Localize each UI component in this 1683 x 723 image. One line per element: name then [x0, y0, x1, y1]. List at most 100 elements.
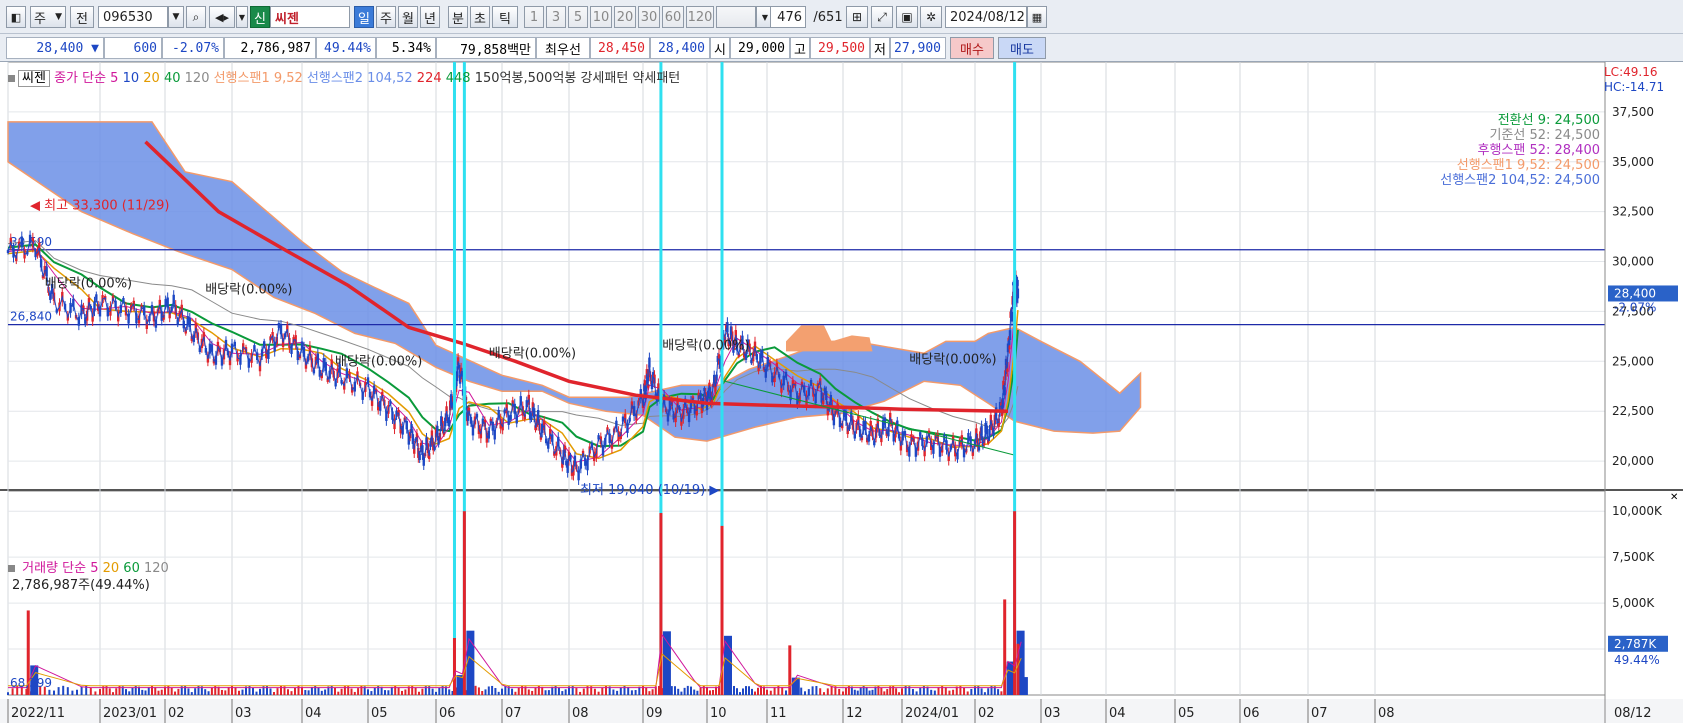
volume-left-value: 68,399: [10, 676, 52, 690]
volume-bar: [807, 689, 810, 695]
volume-bar: [593, 688, 596, 695]
ichimoku-value: 후행스팬 52: 28,400: [1477, 142, 1600, 158]
legend-item[interactable]: 120: [181, 71, 210, 86]
volume-bar: [108, 688, 111, 695]
buy-button[interactable]: 매수: [950, 37, 994, 59]
period-tick-tab[interactable]: 틱: [492, 6, 518, 28]
volume-bar: [154, 687, 157, 695]
volume-bar: [131, 687, 134, 695]
period-week-tab[interactable]: 주: [376, 6, 396, 28]
minute-120-button[interactable]: 120: [686, 6, 714, 28]
dividend-annotation: 배당락(0.00%): [335, 354, 422, 369]
volume-bar: [501, 688, 503, 695]
calendar-icon[interactable]: ▦: [1027, 6, 1047, 28]
volume-bar: [252, 687, 254, 695]
stock-name-field[interactable]: 씨젠: [270, 6, 350, 28]
close-panel-icon[interactable]: ✕: [1670, 492, 1678, 503]
bid-price: 28,400: [650, 37, 710, 59]
volume-bar: [487, 686, 490, 695]
minute-5-button[interactable]: 5: [568, 6, 588, 28]
indicator-icon[interactable]: ⊞: [846, 6, 868, 28]
volume-bar: [859, 687, 862, 695]
period-minute-tab[interactable]: 분: [448, 6, 468, 28]
current-price-label: 28,400: [1614, 286, 1656, 300]
sell-button[interactable]: 매도: [998, 37, 1046, 59]
current-volume-label: 2,787K: [1614, 637, 1657, 651]
volume-bar: [742, 688, 744, 695]
resistance-label: 26,840: [10, 310, 52, 324]
volume-bar: [324, 689, 327, 695]
x-tick-label: 12: [846, 706, 863, 721]
volume-bar: [534, 687, 537, 695]
prev-button[interactable]: 전: [70, 6, 94, 28]
volume-bar: [310, 686, 313, 695]
minute-1-button[interactable]: 1: [524, 6, 544, 28]
minute-30-button[interactable]: 30: [638, 6, 660, 28]
code-input[interactable]: 096530: [98, 6, 168, 28]
legend-item[interactable]: 선행스팬1 9,52: [209, 71, 303, 86]
price-volume-chart[interactable]: 30,59026,840◀ 최고 33,300 (11/29)최저 19,040…: [0, 61, 1683, 723]
volume-bar: [144, 690, 147, 695]
trade-amount: 79,858백만: [436, 37, 536, 59]
volume-bar: [71, 690, 74, 695]
layout-icon[interactable]: ◧: [6, 6, 26, 28]
x-tick-label: 03: [1044, 706, 1061, 721]
legend-item[interactable]: 10: [118, 71, 140, 86]
volume-bar: [564, 689, 567, 695]
volume-bar: [736, 688, 738, 695]
save-icon[interactable]: ▣: [896, 6, 918, 28]
volume-bar: [944, 687, 947, 695]
y-tick-label: 35,000: [1612, 155, 1654, 169]
code-dropdown-icon[interactable]: ▼: [168, 6, 184, 28]
minute-3-button[interactable]: 3: [546, 6, 566, 28]
volume-bar: [690, 686, 692, 695]
speaker-icon[interactable]: ◀▸: [209, 6, 235, 28]
volume-bar: [709, 690, 711, 695]
legend-item[interactable]: 448: [442, 71, 471, 86]
volume-bar: [575, 688, 578, 695]
period-year-tab[interactable]: 년: [420, 6, 440, 28]
quote-bar: 28,400 ▼ 600 -2.07% 2,786,987 49.44% 5.3…: [0, 34, 1683, 62]
volume-bar: [582, 688, 585, 695]
chart-area[interactable]: 30,59026,840◀ 최고 33,300 (11/29)최저 19,040…: [0, 61, 1683, 723]
legend-item[interactable]: 20: [139, 71, 160, 86]
volume-bar: [766, 689, 768, 695]
minute-60-button[interactable]: 60: [662, 6, 684, 28]
legend-item[interactable]: 선행스팬2 104,52: [303, 71, 413, 86]
minute-10-button[interactable]: 10: [590, 6, 612, 28]
new-badge[interactable]: 신: [250, 6, 270, 28]
period-day-tab[interactable]: 일: [354, 6, 374, 28]
volume-bar: [739, 692, 741, 695]
chart-title[interactable]: 씨젠: [18, 70, 50, 87]
volume-bar: [89, 687, 92, 695]
volume-bar: [350, 688, 353, 695]
period-month-tab[interactable]: 월: [398, 6, 418, 28]
volume-bar: [227, 687, 230, 695]
legend-item[interactable]: 224: [413, 71, 442, 86]
count-input[interactable]: 476: [770, 6, 806, 28]
trend-icon[interactable]: ⤢: [871, 6, 893, 28]
volume-bar: [612, 689, 615, 695]
gear-icon[interactable]: ✲: [920, 6, 942, 28]
volume-bar: [304, 690, 307, 695]
volume-bar: [340, 688, 343, 695]
volume-bar: [983, 692, 986, 695]
volume-bar: [125, 689, 127, 695]
legend-item[interactable]: 150억봉,500억봉 강세패턴: [471, 71, 629, 86]
volume-bar: [511, 688, 514, 695]
search-icon[interactable]: ⌕: [186, 6, 206, 28]
legend-item[interactable]: 종가 단순 5: [54, 71, 118, 86]
legend-item[interactable]: 40: [160, 71, 181, 86]
date-input[interactable]: 2024/08/12: [945, 6, 1027, 28]
legend-item[interactable]: 약세패턴: [628, 71, 680, 86]
volume-bar: [1019, 677, 1028, 695]
speaker-dropdown-icon[interactable]: ▼: [236, 6, 248, 28]
volume-bar: [160, 689, 163, 695]
period-second-tab[interactable]: 초: [470, 6, 490, 28]
volume-bar: [418, 691, 420, 695]
custom-period-field[interactable]: [716, 6, 756, 28]
x-tick-label: 10: [710, 706, 727, 721]
volume-bar: [815, 686, 818, 695]
minute-20-button[interactable]: 20: [614, 6, 636, 28]
market-select[interactable]: 주 ▼: [30, 6, 66, 28]
